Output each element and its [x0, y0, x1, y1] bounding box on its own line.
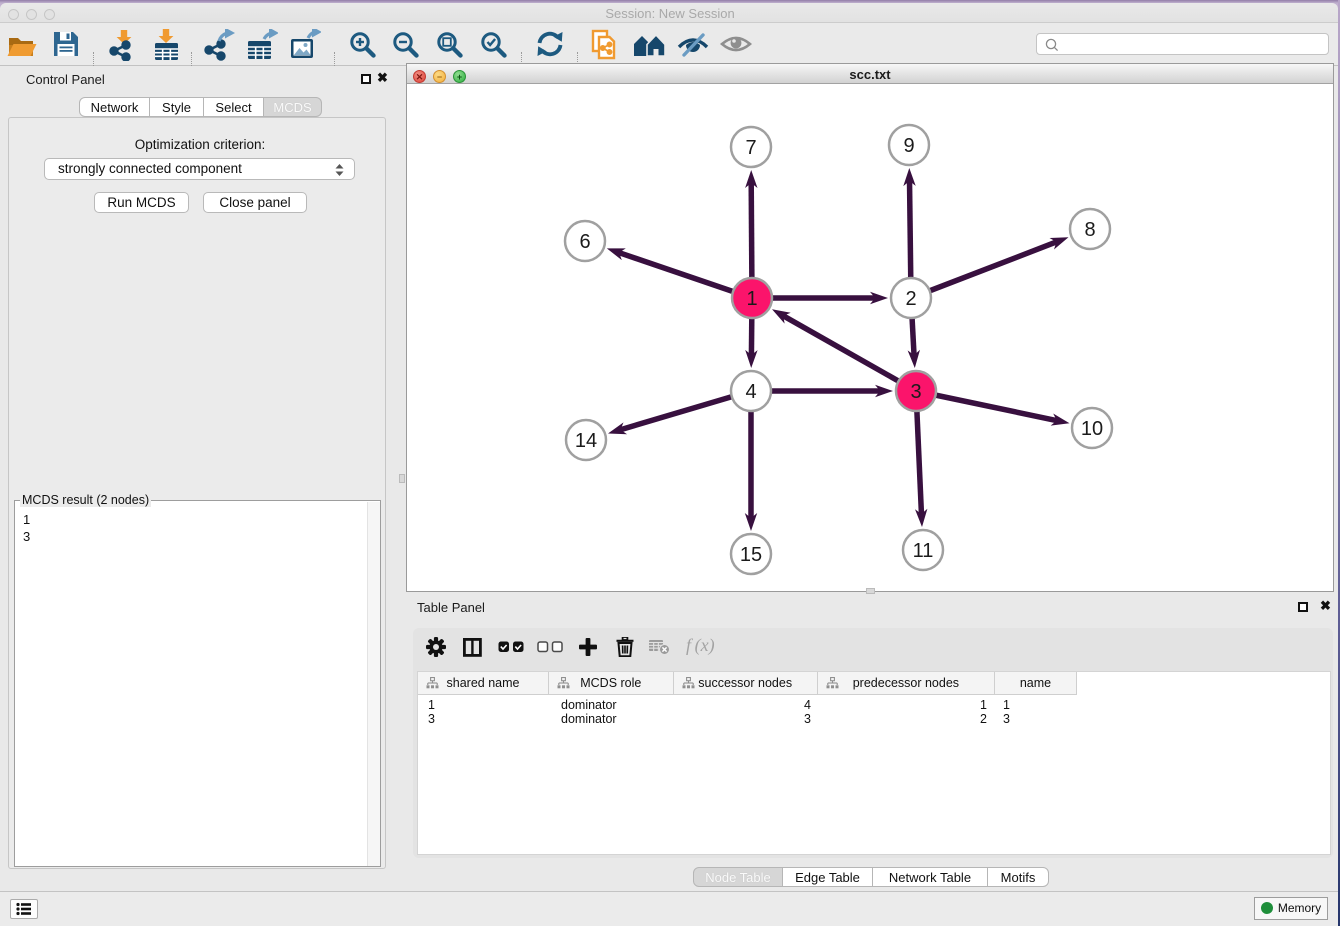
svg-text:8: 8	[1084, 219, 1095, 241]
svg-text:1: 1	[746, 288, 757, 310]
svg-text:2: 2	[905, 288, 916, 310]
svg-text:3: 3	[910, 381, 921, 403]
svg-text:9: 9	[903, 135, 914, 157]
svg-text:11: 11	[913, 540, 934, 562]
svg-text:15: 15	[740, 544, 762, 566]
svg-text:10: 10	[1081, 418, 1103, 440]
svg-text:7: 7	[745, 137, 756, 159]
svg-text:14: 14	[575, 430, 597, 452]
svg-text:4: 4	[745, 381, 756, 403]
svg-text:6: 6	[579, 231, 590, 253]
